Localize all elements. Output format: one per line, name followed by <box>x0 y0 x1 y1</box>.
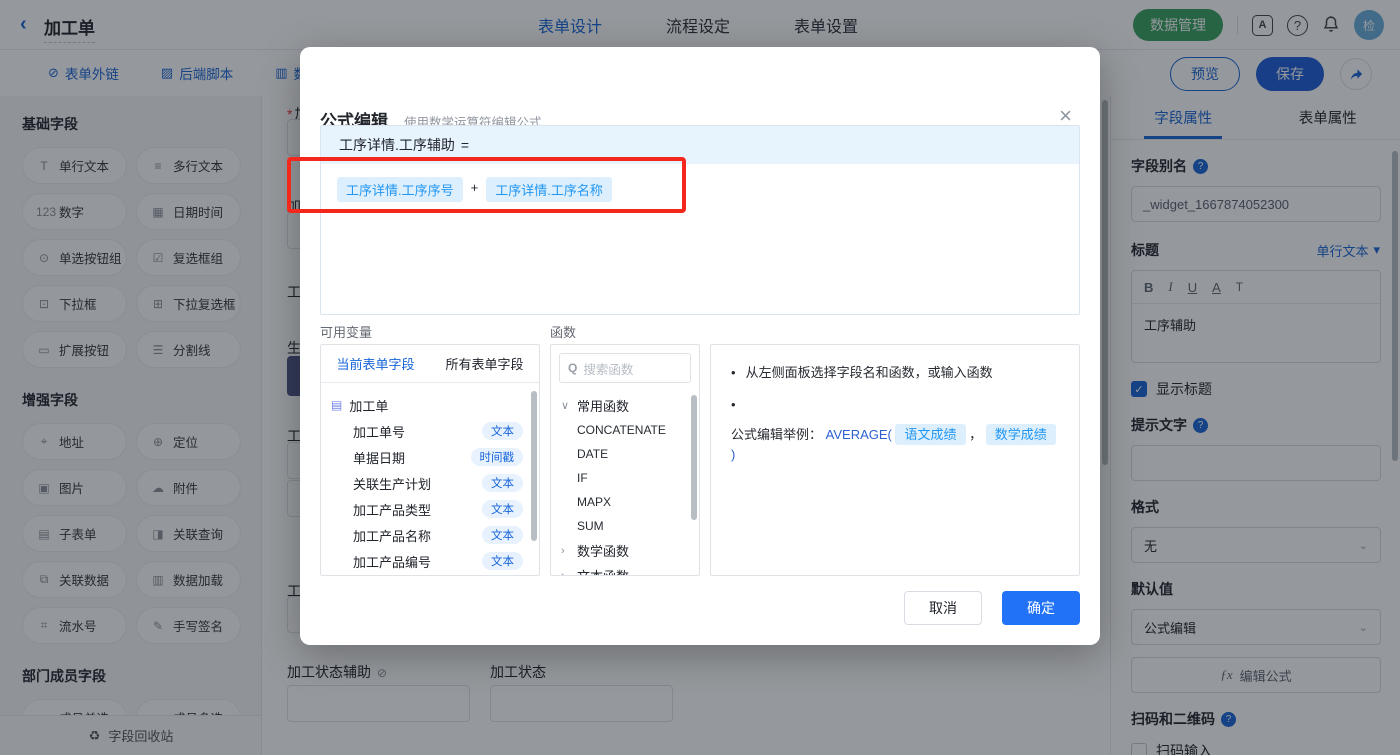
functions-panel: Q 搜索函数 ∨ 常用函数 CONCATENATE DATE IF MAPX SUM › 数学函… <box>550 344 700 576</box>
formula-edit-modal: 公式编辑 使用数学运算符编辑公式 × 工序详情.工序辅助 = 工序详情.工序序号 … <box>300 47 1100 645</box>
variable-row-加工产品类型[interactable]: 加工产品类型 文本 <box>331 496 529 522</box>
function-group-文本函数[interactable]: › 文本函数 <box>561 563 689 576</box>
form-doc-icon: ▤ <box>331 398 343 412</box>
functions-scrollbar[interactable] <box>691 395 697 520</box>
function-group-数学函数[interactable]: › 数学函数 <box>561 538 689 563</box>
variable-name: 单据日期 <box>353 450 406 466</box>
function-item-CONCATENATE[interactable]: CONCATENATE <box>561 418 689 442</box>
function-item-IF[interactable]: IF <box>561 466 689 490</box>
variable-name: 加工产品类型 <box>353 502 432 518</box>
tip-row-example: • 公式编辑举例： AVERAGE( 语文成绩 ， 数学成绩 ) <box>731 395 1059 465</box>
variables-scrollbar[interactable] <box>531 391 537 541</box>
function-tree: ∨ 常用函数 CONCATENATEDATEIFMAPXSUM › 数学函数 › 文本函数 <box>551 391 699 576</box>
bullet-icon: • <box>731 397 736 412</box>
tips-panel: • 从左侧面板选择字段名和函数，或输入函数 • 公式编辑举例： AVERAGE(… <box>710 344 1080 576</box>
cancel-button[interactable]: 取消 <box>904 591 982 625</box>
function-item-DATE[interactable]: DATE <box>561 442 689 466</box>
function-search-input[interactable]: Q 搜索函数 <box>559 353 691 383</box>
formula-chip-right[interactable]: 工序详情.工序名称 <box>486 177 612 202</box>
tip-row: • 从左侧面板选择字段名和函数，或输入函数 <box>731 363 1059 383</box>
example-close-paren: ) <box>731 447 736 462</box>
search-placeholder: 搜索函数 <box>583 362 634 377</box>
variables-panel: 当前表单字段 所有表单字段 ▤ 加工单 加工单号 文本 单据日期 时间戳 关联生产计划文… <box>320 344 540 576</box>
variable-row-加工单号[interactable]: 加工单号 文本 <box>331 418 529 444</box>
formula-chip-left[interactable]: 工序详情.工序序号 <box>337 177 463 202</box>
search-icon: Q <box>568 361 578 375</box>
formula-target: 工序详情.工序辅助 = <box>321 126 1079 164</box>
variable-type-badge: 时间戳 <box>470 448 523 466</box>
function-group-label: 常用函数 <box>577 399 630 414</box>
variable-type-badge: 文本 <box>482 526 523 544</box>
chevron-down-icon: ∨ <box>561 400 570 412</box>
example-function-name: AVERAGE( <box>825 427 892 442</box>
chevron-right-icon: › <box>561 544 565 557</box>
example-chip: 数学成绩 <box>985 424 1056 445</box>
field-rows: 加工单号 文本 单据日期 时间戳 关联生产计划 文本 加工产品类型 文本 加工产品名称 文本 加工产… <box>331 418 529 574</box>
variable-type-badge: 文本 <box>482 474 523 492</box>
example-chip: 语文成绩 <box>895 424 966 445</box>
variable-row-单据日期[interactable]: 单据日期 时间戳 <box>331 444 529 470</box>
functions-section-label: 函数 <box>550 325 577 340</box>
function-group-label: 数学函数 <box>577 544 630 559</box>
tab-current-form-fields[interactable]: 当前表单字段 <box>321 345 430 382</box>
form-node[interactable]: ▤ 加工单 <box>331 392 529 418</box>
variable-name: 关联生产计划 <box>353 476 432 492</box>
variable-name: 加工产品名称 <box>353 528 432 544</box>
variables-section-label: 可用变量 <box>320 325 373 340</box>
function-group-常用函数[interactable]: ∨ 常用函数 <box>561 393 689 418</box>
variables-list: ▤ 加工单 加工单号 文本 单据日期 时间戳 关联生产计划 文本 加工产品类型 文本 加工产品名… <box>321 383 539 575</box>
variable-row-加工产品名称[interactable]: 加工产品名称 文本 <box>331 522 529 548</box>
variable-row-加工产品编号[interactable]: 加工产品编号 文本 <box>331 548 529 574</box>
variable-row-关联生产计划[interactable]: 关联生产计划 文本 <box>331 470 529 496</box>
variable-type-badge: 文本 <box>482 552 523 570</box>
tab-all-form-fields[interactable]: 所有表单字段 <box>430 345 539 382</box>
function-item-SUM[interactable]: SUM <box>561 514 689 538</box>
function-group-label: 文本函数 <box>577 566 629 575</box>
chevron-right-icon: › <box>561 569 565 576</box>
variable-name: 加工单号 <box>353 424 406 440</box>
variable-type-badge: 文本 <box>482 500 523 518</box>
variables-tabs: 当前表单字段 所有表单字段 <box>321 345 539 383</box>
close-icon[interactable]: × <box>1059 105 1072 127</box>
formula-body[interactable]: 工序详情.工序序号 + 工序详情.工序名称 <box>321 164 1079 314</box>
formula-operator: + <box>470 180 479 195</box>
function-item-MAPX[interactable]: MAPX <box>561 490 689 514</box>
screen: ‹ 加工单 表单设计 流程设定 表单设置 数据管理 A ? 检 ⊘ 表单外链 ▨ 后端… <box>0 0 1400 755</box>
variable-type-badge: 文本 <box>482 422 523 440</box>
formula-editor[interactable]: 工序详情.工序辅助 = 工序详情.工序序号 + 工序详情.工序名称 <box>320 125 1080 315</box>
bullet-icon: • <box>731 365 736 380</box>
confirm-button[interactable]: 确定 <box>1002 591 1080 625</box>
variable-name: 加工产品编号 <box>353 554 432 570</box>
modal-footer: 取消 确定 <box>904 591 1080 625</box>
